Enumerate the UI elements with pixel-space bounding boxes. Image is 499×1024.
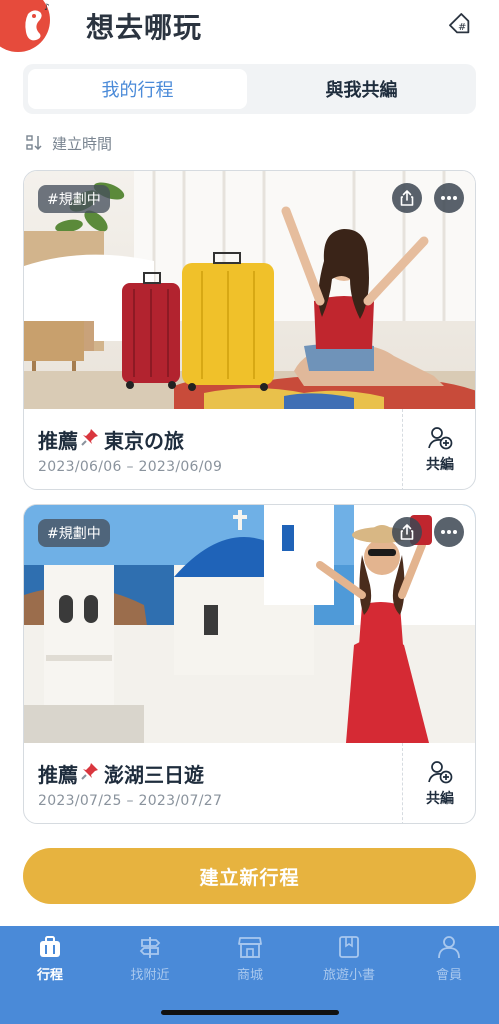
share-button[interactable] bbox=[392, 183, 422, 213]
status-badge: #規劃中 bbox=[38, 519, 110, 547]
tabbar-item-travel-book[interactable]: 旅遊小書 bbox=[309, 934, 389, 983]
sort-label: 建立時間 bbox=[52, 134, 113, 153]
share-icon bbox=[400, 524, 414, 540]
trip-title-name: 東京の旅 bbox=[104, 429, 184, 453]
share-icon bbox=[400, 190, 414, 206]
trip-title-prefix: 推薦 bbox=[38, 429, 78, 453]
trip-info: 推薦 東京の旅 2023/06/06 – 2023/06/09 共編 bbox=[24, 409, 475, 489]
pushpin-icon bbox=[80, 761, 100, 786]
trip-info: 推薦 澎湖三日遊 2023/07/25 – 2023/07/27 共編 bbox=[24, 743, 475, 823]
suitcase-icon bbox=[40, 936, 60, 957]
co-edit-label: 共編 bbox=[426, 457, 454, 473]
sort-control[interactable]: 建立時間 bbox=[26, 132, 112, 154]
page-title: 想去哪玩 bbox=[86, 11, 203, 44]
segmented-tabs: 我的行程 與我共編 bbox=[23, 64, 476, 114]
trip-dates: 2023/07/25 – 2023/07/27 bbox=[38, 793, 223, 809]
person-icon bbox=[438, 936, 460, 959]
bottom-tab-bar: 行程 找附近 商城 旅遊小書 會員 bbox=[0, 926, 499, 1024]
tabbar-item-member[interactable]: 會員 bbox=[409, 934, 489, 983]
tab-my-trips[interactable]: 我的行程 bbox=[28, 69, 247, 109]
store-icon bbox=[238, 937, 262, 958]
book-icon bbox=[339, 936, 359, 958]
co-edit-button[interactable]: 共編 bbox=[402, 743, 475, 823]
hashtag-tag-icon: # bbox=[449, 13, 470, 34]
co-edit-label: 共編 bbox=[426, 791, 454, 807]
tabbar-label: 行程 bbox=[36, 968, 63, 983]
trip-dates: 2023/06/06 – 2023/06/09 bbox=[38, 459, 223, 475]
more-options-button[interactable] bbox=[434, 517, 464, 547]
trip-card[interactable]: #規劃中 推薦 東京の旅 2023/06/06 – 2023/06/09 共編 bbox=[23, 170, 476, 490]
header: ♪ 想去哪玩 # bbox=[0, 0, 499, 56]
tab-co-edited[interactable]: 與我共編 bbox=[252, 69, 471, 109]
co-edit-button[interactable]: 共編 bbox=[402, 409, 475, 489]
tabbar-label: 旅遊小書 bbox=[322, 968, 375, 983]
trip-title: 推薦 東京の旅 bbox=[38, 425, 184, 454]
trip-title-prefix: 推薦 bbox=[38, 763, 78, 787]
status-badge: #規劃中 bbox=[38, 185, 110, 213]
app-logo: ♪ bbox=[0, 0, 56, 52]
sort-icon bbox=[26, 135, 42, 151]
more-icon bbox=[441, 530, 457, 534]
trip-card[interactable]: #規劃中 推薦 澎湖三日遊 2023/07/25 – 2023/07/27 共編 bbox=[23, 504, 476, 824]
trip-title: 推薦 澎湖三日遊 bbox=[38, 759, 204, 788]
signpost-icon bbox=[139, 937, 161, 958]
add-person-icon bbox=[428, 761, 453, 784]
trip-title-name: 澎湖三日遊 bbox=[104, 763, 204, 787]
tabbar-item-nearby[interactable]: 找附近 bbox=[110, 934, 190, 983]
tabbar-item-store[interactable]: 商城 bbox=[210, 934, 290, 983]
add-person-icon bbox=[428, 427, 453, 450]
home-indicator bbox=[161, 1010, 339, 1015]
tabbar-item-trips[interactable]: 行程 bbox=[10, 934, 90, 983]
more-options-button[interactable] bbox=[434, 183, 464, 213]
svg-text:♪: ♪ bbox=[44, 3, 50, 13]
tabbar-label: 會員 bbox=[435, 968, 462, 983]
tabbar-label: 找附近 bbox=[130, 968, 170, 983]
create-trip-button[interactable]: 建立新行程 bbox=[23, 848, 476, 904]
tabbar-label: 商城 bbox=[236, 968, 263, 983]
share-button[interactable] bbox=[392, 517, 422, 547]
svg-text:#: # bbox=[458, 22, 466, 33]
more-icon bbox=[441, 196, 457, 200]
pushpin-icon bbox=[80, 427, 100, 452]
hashtag-button[interactable]: # bbox=[446, 10, 478, 42]
